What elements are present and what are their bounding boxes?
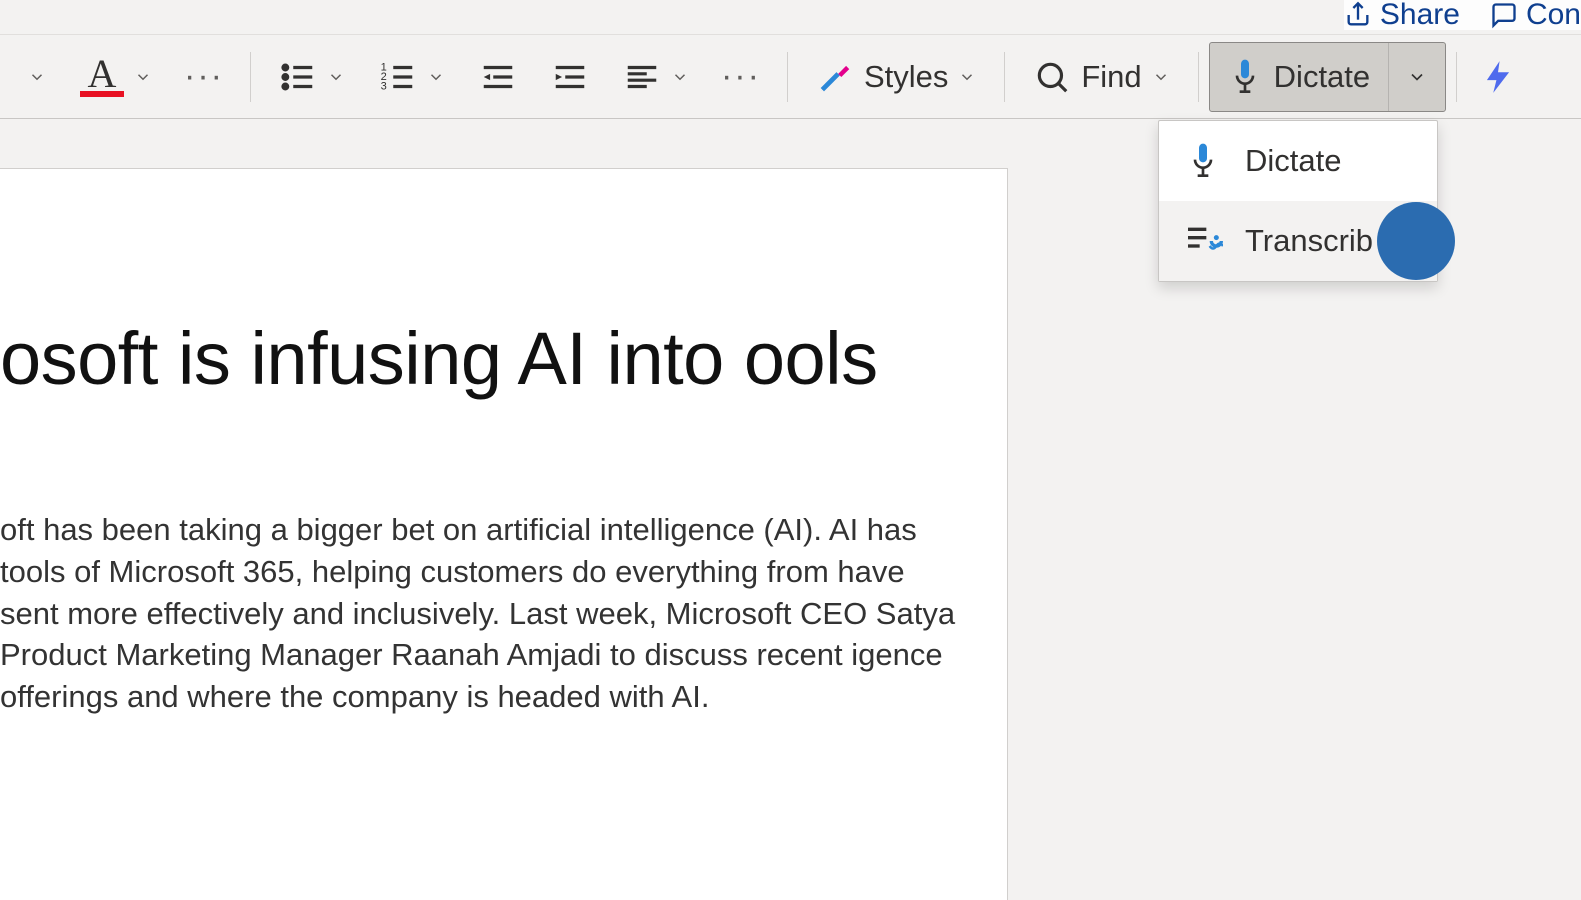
transcribe-menu-label: Transcrib: [1245, 223, 1373, 259]
font-color-button[interactable]: A: [72, 51, 160, 103]
comment-icon: [1490, 1, 1518, 29]
dictate-split-button[interactable]: Dictate: [1209, 42, 1446, 112]
more-paragraph-options[interactable]: ···: [715, 57, 767, 96]
title-bar-actions: Share Con: [1344, 0, 1581, 30]
lightning-icon: [1479, 58, 1517, 96]
font-dropdown-partial[interactable]: [20, 62, 54, 92]
microphone-icon: [1183, 141, 1223, 181]
share-button[interactable]: Share: [1344, 0, 1460, 32]
search-icon: [1033, 58, 1071, 96]
bullet-list-button[interactable]: [271, 52, 353, 102]
increase-indent-button[interactable]: [543, 52, 597, 102]
dictate-dropdown-menu: Dictate Transcrib: [1158, 120, 1438, 282]
increase-indent-icon: [551, 58, 589, 96]
decrease-indent-button[interactable]: [471, 52, 525, 102]
font-group: A ···: [0, 47, 250, 107]
find-button[interactable]: Find: [1025, 52, 1177, 102]
dictate-dropdown-arrow[interactable]: [1389, 43, 1445, 111]
dictate-menu-label: Dictate: [1245, 143, 1341, 179]
dictate-menu-item[interactable]: Dictate: [1159, 121, 1437, 201]
share-icon: [1344, 1, 1372, 29]
align-button[interactable]: [615, 52, 697, 102]
document-heading[interactable]: osoft is infusing AI into ools: [0, 319, 957, 399]
dictate-group: Dictate: [1199, 47, 1456, 107]
ideas-button[interactable]: [1471, 52, 1525, 102]
styles-group: Styles: [788, 47, 1004, 107]
more-font-options[interactable]: ···: [178, 57, 230, 96]
styles-button[interactable]: Styles: [808, 52, 984, 102]
ideas-group: [1457, 47, 1545, 107]
transcribe-menu-item[interactable]: Transcrib: [1159, 201, 1437, 281]
click-indicator: [1377, 202, 1455, 280]
chevron-down-icon: [671, 68, 689, 86]
document-page[interactable]: osoft is infusing AI into ools oft has b…: [0, 168, 1008, 900]
chevron-down-icon: [1152, 68, 1170, 86]
transcribe-icon: [1183, 221, 1223, 261]
paragraph-group: 123 ···: [251, 47, 787, 107]
align-left-icon: [623, 58, 661, 96]
numbered-list-icon: 123: [379, 58, 417, 96]
dictate-button[interactable]: Dictate: [1210, 43, 1389, 111]
chevron-down-icon: [134, 68, 152, 86]
chevron-down-icon: [427, 68, 445, 86]
microphone-icon: [1228, 57, 1262, 97]
ribbon-toolbar: A ··· 123 ··· Style: [0, 34, 1581, 119]
svg-text:3: 3: [381, 80, 387, 92]
decrease-indent-icon: [479, 58, 517, 96]
styles-icon: [816, 58, 854, 96]
chevron-down-icon: [958, 68, 976, 86]
chevron-down-icon: [327, 68, 345, 86]
font-color-icon: A: [80, 57, 124, 97]
chevron-down-icon: [1407, 67, 1427, 87]
comments-label: Con: [1526, 0, 1581, 32]
share-label: Share: [1380, 0, 1460, 32]
dictate-label: Dictate: [1274, 59, 1370, 95]
chevron-down-icon: [28, 68, 46, 86]
find-group: Find: [1005, 47, 1197, 107]
bullet-list-icon: [279, 58, 317, 96]
document-body[interactable]: oft has been taking a bigger bet on arti…: [0, 509, 957, 718]
numbered-list-button[interactable]: 123: [371, 52, 453, 102]
styles-label: Styles: [864, 59, 948, 95]
comments-button[interactable]: Con: [1490, 0, 1581, 32]
find-label: Find: [1081, 59, 1141, 95]
